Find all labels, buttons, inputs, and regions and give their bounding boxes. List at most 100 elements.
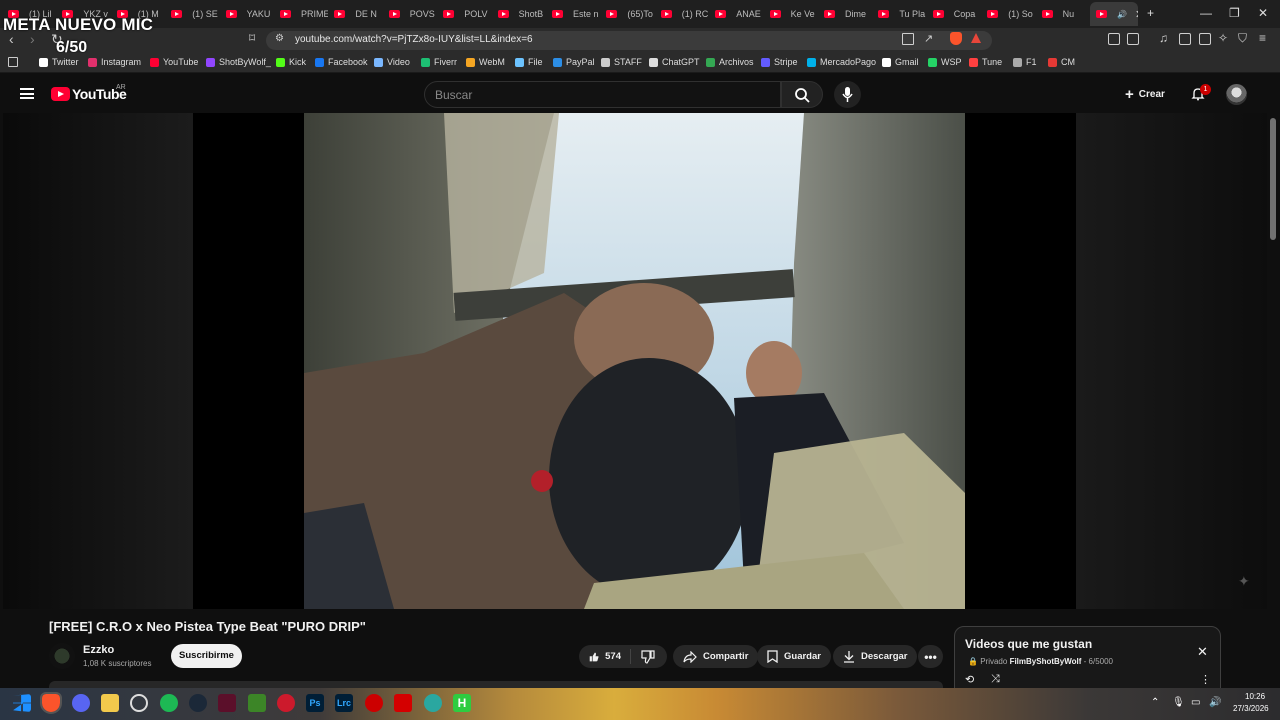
app-bird-icon[interactable] [424,694,442,712]
url-text[interactable]: youtube.com/watch?v=PjTZx8o-IUY&list=LL&… [295,34,533,45]
tab[interactable]: Este n [552,4,600,24]
tray-mic-icon[interactable]: 🎙 [1172,697,1185,708]
download-button[interactable]: Descargar [833,645,918,668]
extensions-icon[interactable] [1108,33,1120,45]
playlist-title[interactable]: Videos que me gustan [965,637,1092,651]
bookmark-paypal[interactable]: PayPal [553,57,595,67]
bookmark-archivos[interactable]: Archivos [706,57,754,67]
steam-icon[interactable] [189,694,207,712]
app-h-icon[interactable]: H [453,694,471,712]
user-avatar[interactable] [1226,84,1247,105]
clock-time[interactable]: 10:26 [1245,692,1265,701]
file-explorer-icon[interactable] [101,694,119,712]
sidebar-icon[interactable] [1179,33,1191,45]
tab[interactable]: ANAE [715,4,763,24]
cast-icon[interactable] [902,33,914,45]
clock-date[interactable]: 27/3/2026 [1233,704,1269,713]
bookmark-mercadopago[interactable]: MercadoPago [807,57,876,67]
media-icon[interactable]: ♫ [1159,31,1168,45]
close-window-button[interactable]: ✕ [1258,6,1268,20]
video-frame[interactable] [304,113,965,609]
spotify-icon[interactable] [160,694,178,712]
vpn-icon[interactable]: ⛉ [1238,31,1247,46]
bookmark-kick[interactable]: Kick [276,57,306,67]
channel-avatar[interactable] [49,643,75,669]
lightroom-icon[interactable]: Lrc [335,694,353,712]
wallet-icon[interactable] [1199,33,1211,45]
menu-icon[interactable]: ≡ [1259,31,1266,45]
bookmark-tune[interactable]: Tune [969,57,1002,67]
bookmark-icon[interactable]: ⌑ [249,31,255,45]
playlist-owner[interactable]: FilmByShotByWolf [1010,657,1082,666]
media-player-icon[interactable] [277,694,295,712]
tab[interactable]: POLV [443,4,491,24]
tab[interactable]: Nu [1041,4,1090,24]
bookmark-twitter[interactable]: Twitter [39,57,79,67]
channel-name[interactable]: Ezzko [83,644,114,656]
search-input[interactable]: Buscar [424,81,781,108]
screenshot-icon[interactable] [1127,33,1139,45]
bookmark-chatgpt[interactable]: ChatGPT [649,57,700,67]
minecraft-icon[interactable] [248,694,266,712]
youtube-logo-icon[interactable] [51,87,70,101]
bookmark-shotbywolf[interactable]: ShotByWolf_ [206,57,271,67]
bookmark-wsp[interactable]: WSP [928,57,962,67]
tray-volume-icon[interactable]: 🔊 [1209,697,1221,708]
share-button[interactable]: Compartir [673,645,759,668]
like-button[interactable]: 574 [579,645,631,668]
playlist-menu-icon[interactable]: ⋮ [1200,673,1211,686]
photoshop-icon[interactable]: Ps [306,694,324,712]
tray-network-icon[interactable]: ▭ [1191,697,1200,708]
more-actions-button[interactable]: ••• [918,645,943,668]
maximize-button[interactable]: ❐ [1229,6,1240,20]
tab[interactable]: DE N [334,4,382,24]
bookmark-fiverr[interactable]: Fiverr [421,57,457,67]
brave-shields-icon[interactable] [950,32,962,45]
tab[interactable]: (1) RC [660,4,709,24]
apps-grid-icon[interactable] [8,57,18,67]
voice-search-button[interactable] [834,81,861,108]
scrollbar-thumb[interactable] [1270,118,1276,240]
site-info-icon[interactable]: ⚙ [275,33,284,44]
bookmark-video[interactable]: Video [374,57,410,67]
save-button[interactable]: Guardar [757,645,831,668]
dislike-button[interactable] [632,645,667,668]
shuffle-icon[interactable]: ⤨ [991,673,1000,686]
search-button[interactable] [781,81,823,108]
app-angular-icon[interactable] [394,694,412,712]
tab[interactable]: Ke Ve [769,4,818,24]
brave-browser-icon[interactable] [40,692,62,714]
bookmark-webm[interactable]: WebM [466,57,505,67]
bookmark-youtube[interactable]: YouTube [150,57,198,67]
bookmark-file[interactable]: File [515,57,543,67]
tray-overflow-icon[interactable]: ⌃ [1151,697,1159,708]
new-tab-button[interactable]: + [1147,6,1154,20]
bookmark-gmail[interactable]: Gmail [882,57,919,67]
tab-audio-icon[interactable]: 🔊 [1117,10,1127,19]
tab[interactable]: YAKU [225,4,274,24]
tab[interactable]: Tu Pla [878,4,926,24]
bookmark-instagram[interactable]: Instagram [88,57,141,67]
tab[interactable]: (65)To [606,4,654,24]
brave-rewards-icon[interactable] [971,33,981,43]
tab[interactable]: POVS [388,4,437,24]
minimize-button[interactable]: — [1200,6,1212,20]
discord-icon[interactable] [72,694,90,712]
affinity-icon[interactable] [218,694,236,712]
create-button[interactable]: + Crear [1125,84,1165,104]
leo-ai-icon[interactable]: ✧ [1218,31,1228,45]
playlist-close-icon[interactable]: ✕ [1197,644,1208,660]
bookmark-cm[interactable]: CM [1048,57,1075,67]
bookmark-staff[interactable]: STAFF [601,57,642,67]
hamburger-menu-icon[interactable] [20,88,34,99]
tab[interactable]: ShotB [497,4,546,24]
tab-active[interactable]: 🔊✕ [1090,2,1138,26]
bookmark-f1[interactable]: F1 [1013,57,1037,67]
bookmark-stripe[interactable]: Stripe [761,57,798,67]
tab[interactable]: (1) So [987,4,1035,24]
subscribe-button[interactable]: Suscribirme [171,644,242,668]
app-red-icon[interactable] [365,694,383,712]
share-icon[interactable]: ↗ [924,32,933,45]
tab[interactable]: Copa [932,4,981,24]
loop-icon[interactable]: ⟲ [965,673,974,686]
